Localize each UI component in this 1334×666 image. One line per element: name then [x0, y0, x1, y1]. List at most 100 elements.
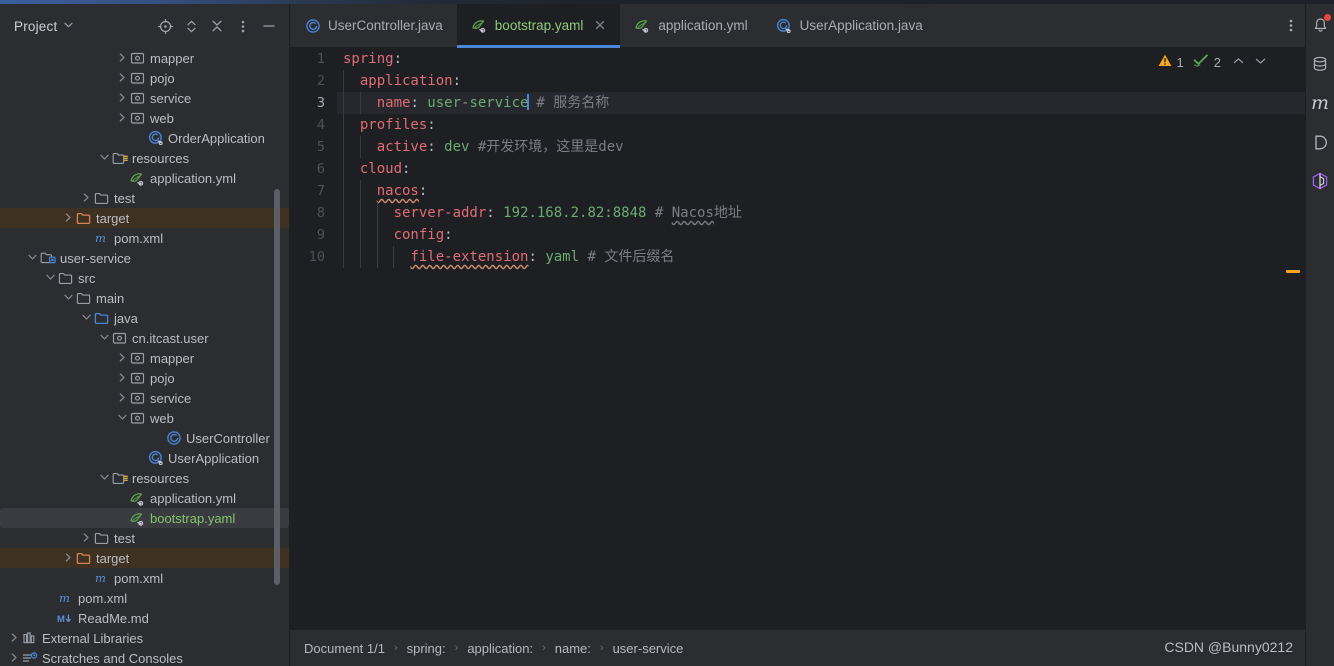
editor-tab-application-yml[interactable]: application.yml [620, 4, 761, 47]
tree-node-mapper[interactable]: mapper [0, 48, 289, 68]
chevron-up-icon[interactable] [1230, 56, 1247, 68]
inspections-widget[interactable]: 1 2 [1158, 54, 1269, 70]
code-line[interactable]: nacos: [337, 180, 1305, 202]
tree-node-readme-md[interactable]: M ReadMe.md [0, 608, 289, 628]
resources-folder-icon [111, 470, 128, 486]
code-line[interactable]: file-extension: yaml # 文件后缀名 [337, 246, 1305, 268]
libraries-icon [21, 630, 38, 646]
project-tree[interactable]: mapper pojo service web OrderApplication reso… [0, 48, 289, 666]
locate-icon[interactable] [153, 14, 177, 38]
error-stripe-marker[interactable] [1286, 270, 1300, 273]
tree-node-cn-itcast-user[interactable]: cn.itcast.user [0, 328, 289, 348]
chevron-right-icon[interactable] [80, 192, 93, 204]
chevron-down-icon[interactable] [1252, 56, 1269, 68]
chevron-down-icon[interactable] [44, 274, 57, 283]
chevron-right-icon[interactable] [116, 392, 129, 404]
tree-node-pojo[interactable]: pojo [0, 68, 289, 88]
tree-node-target[interactable]: target [0, 548, 289, 568]
indent-guide [343, 246, 344, 268]
package-folder-icon [129, 70, 146, 86]
tree-node-user-service[interactable]: user-service [0, 248, 289, 268]
code-line[interactable]: name: user-service # 服务名称 [337, 92, 1305, 114]
chevron-right-icon[interactable] [116, 372, 129, 384]
chevron-right-icon[interactable] [116, 92, 129, 104]
tree-node-pom-xml[interactable]: m pom.xml [0, 568, 289, 588]
tree-node-web[interactable]: web [0, 408, 289, 428]
tree-node-service[interactable]: service [0, 388, 289, 408]
chevron-right-icon[interactable] [116, 72, 129, 84]
indent-guide [343, 180, 344, 202]
tree-node-pojo[interactable]: pojo [0, 368, 289, 388]
chevron-right-icon[interactable] [8, 652, 21, 664]
database-icon[interactable] [1309, 53, 1331, 75]
chevron-down-icon[interactable] [26, 254, 39, 263]
breadcrumb-separator: › [393, 642, 398, 654]
chevron-down-icon[interactable] [80, 314, 93, 323]
tree-node-resources[interactable]: resources [0, 148, 289, 168]
chevron-down-icon[interactable] [116, 414, 129, 423]
expand-collapse-icon[interactable] [179, 14, 203, 38]
line-number: 8 [316, 205, 325, 221]
breadcrumb-item[interactable]: user-service [613, 641, 684, 656]
tree-node-scratches-and-consoles[interactable]: Scratches and Consoles [0, 648, 289, 666]
chevron-right-icon[interactable] [116, 52, 129, 64]
code-line[interactable]: server-addr: 192.168.2.82:8848 # Nacos地址 [337, 202, 1305, 224]
tree-node-application-yml[interactable]: application.yml [0, 168, 289, 188]
tree-node-userapplication[interactable]: UserApplication [0, 448, 289, 468]
breadcrumb-item[interactable]: name: [555, 641, 591, 656]
docker-icon[interactable] [1309, 170, 1331, 192]
tree-node-java[interactable]: java [0, 308, 289, 328]
code-line[interactable]: active: dev #开发环境，这里是dev [337, 136, 1305, 158]
more-options-icon[interactable] [231, 14, 255, 38]
chevron-right-icon[interactable] [80, 532, 93, 544]
more-tabs-icon[interactable] [1277, 4, 1305, 47]
chevron-right-icon[interactable] [8, 632, 21, 644]
tree-node-main[interactable]: main [0, 288, 289, 308]
tree-node-pom-xml[interactable]: m pom.xml [0, 588, 289, 608]
chevron-down-icon[interactable] [98, 154, 111, 163]
collapse-all-icon[interactable] [205, 14, 229, 38]
project-tree-scrollbar[interactable] [274, 189, 280, 585]
code-content[interactable]: spring: application: name: user-service … [337, 48, 1305, 630]
editor-tab-userapplication-java[interactable]: UserApplication.java [762, 4, 937, 47]
tree-node-usercontroller[interactable]: UserController [0, 428, 289, 448]
tree-node-resources[interactable]: resources [0, 468, 289, 488]
tree-node-src[interactable]: src [0, 268, 289, 288]
tree-node-application-yml[interactable]: application.yml [0, 488, 289, 508]
tree-node-mapper[interactable]: mapper [0, 348, 289, 368]
notifications-icon[interactable] [1309, 14, 1331, 36]
tree-node-service[interactable]: service [0, 88, 289, 108]
tree-node-orderapplication[interactable]: OrderApplication [0, 128, 289, 148]
chevron-down-icon[interactable] [98, 334, 111, 343]
breadcrumb-item[interactable]: spring: [407, 641, 446, 656]
tree-node-pom-xml[interactable]: m pom.xml [0, 228, 289, 248]
code-line[interactable]: config: [337, 224, 1305, 246]
editor-tab-usercontroller-java[interactable]: UserController.java [290, 4, 457, 47]
code-line[interactable]: profiles: [337, 114, 1305, 136]
tree-node-test[interactable]: test [0, 528, 289, 548]
editor-tab-bootstrap-yaml[interactable]: bootstrap.yaml [456, 4, 621, 48]
code-line[interactable]: application: [337, 70, 1305, 92]
bean-validation-icon[interactable] [1309, 131, 1331, 153]
tree-node-external-libraries[interactable]: External Libraries [0, 628, 289, 648]
chevron-right-icon[interactable] [116, 112, 129, 124]
plain-folder-icon [75, 290, 92, 306]
tree-node-web[interactable]: web [0, 108, 289, 128]
chevron-right-icon[interactable] [62, 552, 75, 564]
chevron-down-icon[interactable] [62, 294, 75, 303]
tree-node-target[interactable]: target [0, 208, 289, 228]
breadcrumb-item[interactable]: application: [467, 641, 533, 656]
code-editor[interactable]: 1 2 3 4 5 6 7 8 9 10 spring: application: name: u… [290, 48, 1305, 630]
chevron-down-icon[interactable] [98, 474, 111, 483]
close-tab-icon[interactable] [593, 18, 606, 33]
chevron-right-icon[interactable] [62, 212, 75, 224]
code-line[interactable]: cloud: [337, 158, 1305, 180]
chevron-down-icon[interactable] [64, 21, 74, 31]
chevron-right-icon[interactable] [116, 352, 129, 364]
hide-panel-icon[interactable] [257, 14, 281, 38]
maven-icon[interactable]: m [1309, 92, 1331, 114]
tree-node-bootstrap-yaml[interactable]: bootstrap.yaml [0, 508, 289, 528]
project-panel-title[interactable]: Project [14, 19, 57, 34]
code-token: file-extension [410, 249, 529, 265]
tree-node-test[interactable]: test [0, 188, 289, 208]
